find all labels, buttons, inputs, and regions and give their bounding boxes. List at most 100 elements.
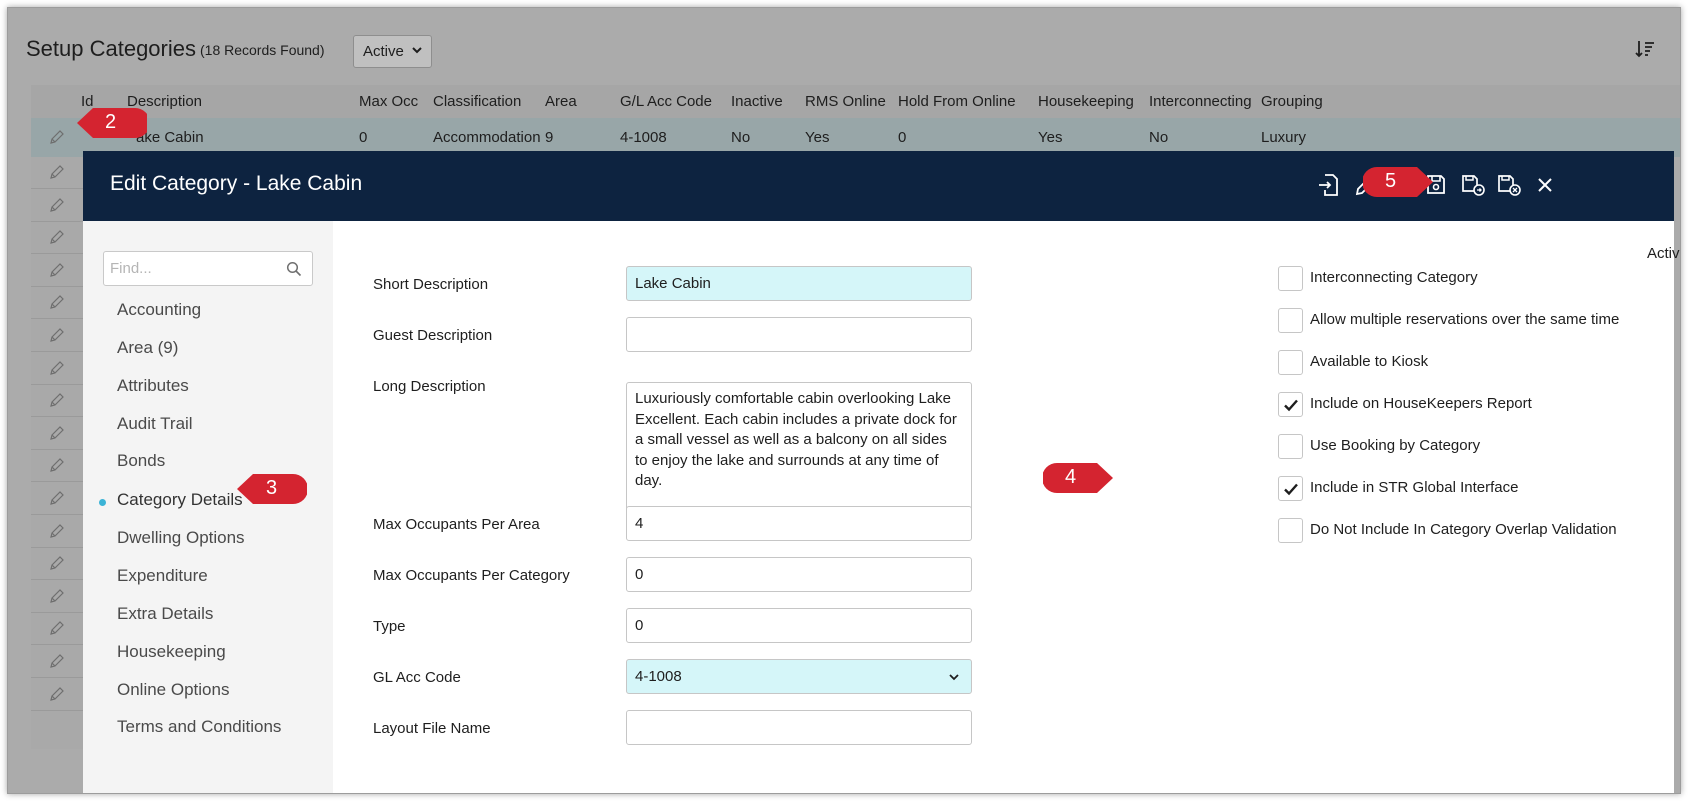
max-occupants-category-label: Max Occupants Per Category <box>373 567 570 584</box>
search-icon[interactable] <box>286 261 302 277</box>
max-occupants-area-input[interactable]: 4 <box>626 506 972 541</box>
callout-number: 3 <box>266 477 278 499</box>
nav-extra-details[interactable]: Extra Details <box>117 604 213 624</box>
checkbox-use-booking-by-category[interactable] <box>1278 434 1303 459</box>
chevron-down-icon <box>411 44 423 59</box>
checkbox-label: Available to Kiosk <box>1310 353 1429 370</box>
column-header[interactable]: Inactive <box>731 93 783 110</box>
status-filter-select[interactable]: Active <box>353 35 432 68</box>
cell-classification: Accommodation <box>433 129 541 146</box>
row-divider <box>31 546 83 548</box>
row-divider <box>31 709 83 711</box>
row-divider <box>31 318 83 320</box>
pencil-icon[interactable] <box>49 294 65 310</box>
callout-badge-2: 2 <box>75 102 147 144</box>
row-divider <box>31 611 83 613</box>
max-occupants-category-input[interactable]: 0 <box>626 557 972 592</box>
row-divider <box>31 416 83 418</box>
find-field[interactable] <box>103 251 313 286</box>
layout-file-name-input[interactable] <box>626 710 972 745</box>
column-header[interactable]: RMS Online <box>805 93 886 110</box>
pencil-icon[interactable] <box>49 360 65 376</box>
column-header[interactable]: Classification <box>433 93 521 110</box>
sort-icon[interactable] <box>1634 38 1656 60</box>
row-divider <box>31 188 83 189</box>
nav-category-details[interactable]: Category Details <box>117 490 243 510</box>
gl-acc-code-select[interactable]: 4-1008 <box>626 659 972 694</box>
nav-expenditure[interactable]: Expenditure <box>117 566 208 586</box>
save-exit-icon[interactable] <box>1496 172 1522 198</box>
pencil-icon[interactable] <box>49 653 65 669</box>
nav-area[interactable]: Area (9) <box>117 338 178 358</box>
nav-housekeeping[interactable]: Housekeeping <box>117 642 226 662</box>
callout-badge-3: 3 <box>235 468 307 510</box>
checkbox-do-not-include-overlap-validation[interactable] <box>1278 518 1303 543</box>
checkbox-include-on-housekeepers-report[interactable] <box>1278 392 1303 417</box>
column-header[interactable]: Hold From Online <box>898 93 1016 110</box>
gl-acc-code-value: 4-1008 <box>635 668 682 685</box>
pencil-icon[interactable] <box>49 262 65 278</box>
column-header[interactable]: Grouping <box>1261 93 1323 110</box>
edit-column <box>31 157 83 749</box>
short-description-input[interactable]: Lake Cabin <box>626 266 972 301</box>
cell-housekeeping: Yes <box>1038 129 1063 146</box>
page-title: Setup Categories <box>26 36 196 61</box>
column-header[interactable]: G/L Acc Code <box>620 93 712 110</box>
row-divider <box>31 383 83 385</box>
checkbox-label: Allow multiple reservations over the sam… <box>1310 311 1620 328</box>
chevron-down-icon <box>947 670 961 684</box>
column-header[interactable]: Interconnecting <box>1149 93 1252 110</box>
pencil-icon[interactable] <box>49 197 65 213</box>
long-description-label: Long Description <box>373 378 486 395</box>
pencil-icon[interactable] <box>49 620 65 636</box>
type-input[interactable]: 0 <box>626 608 972 643</box>
save-close-icon[interactable] <box>1460 172 1486 198</box>
pencil-icon[interactable] <box>49 164 65 180</box>
app-window: Setup Categories (18 Records Found) Acti… <box>7 7 1681 794</box>
cell-hold-from-online: 0 <box>898 129 907 146</box>
callout-number: 5 <box>1385 170 1397 192</box>
checkbox-interconnecting-category[interactable] <box>1278 266 1303 291</box>
column-header[interactable]: Housekeeping <box>1038 93 1134 110</box>
modal-title: Edit Category - Lake Cabin <box>110 172 363 195</box>
checkbox-allow-multiple-reservations[interactable] <box>1278 308 1303 333</box>
records-count: (18 Records Found) <box>200 42 325 58</box>
pencil-icon[interactable] <box>49 555 65 571</box>
guest-description-input[interactable] <box>626 317 972 352</box>
long-description-textarea[interactable]: Luxuriously comfortable cabin overlookin… <box>626 382 972 515</box>
pencil-icon[interactable] <box>49 457 65 473</box>
row-divider <box>31 579 83 581</box>
pencil-icon[interactable] <box>49 523 65 539</box>
column-header[interactable]: Max Occ <box>359 93 418 110</box>
pencil-icon[interactable] <box>49 686 65 702</box>
nav-attributes[interactable]: Attributes <box>117 376 189 396</box>
nav-bonds[interactable]: Bonds <box>117 451 165 471</box>
callout-number: 2 <box>105 111 117 133</box>
import-icon[interactable] <box>1316 172 1342 198</box>
layout-file-name-label: Layout File Name <box>373 720 491 737</box>
pencil-icon[interactable] <box>49 129 65 145</box>
nav-audit-trail[interactable]: Audit Trail <box>117 414 193 434</box>
row-divider <box>31 514 83 515</box>
checkbox-label: Include in STR Global Interface <box>1310 479 1519 496</box>
checkbox-include-in-str-global-interface[interactable] <box>1278 476 1303 501</box>
find-input[interactable] <box>104 252 274 285</box>
column-header[interactable]: Area <box>545 93 577 110</box>
cell-gl-acc-code: 4-1008 <box>620 129 667 146</box>
cell-grouping: Luxury <box>1261 129 1307 146</box>
pencil-icon[interactable] <box>49 490 65 506</box>
nav-online-options[interactable]: Online Options <box>117 680 229 700</box>
checkbox-label: Include on HouseKeepers Report <box>1310 395 1532 412</box>
row-divider <box>31 285 83 287</box>
gl-acc-code-label: GL Acc Code <box>373 669 461 686</box>
close-icon[interactable] <box>1532 172 1558 198</box>
nav-dwelling-options[interactable]: Dwelling Options <box>117 528 245 548</box>
nav-terms-and-conditions[interactable]: Terms and Conditions <box>117 717 281 737</box>
pencil-icon[interactable] <box>49 425 65 441</box>
pencil-icon[interactable] <box>49 229 65 245</box>
pencil-icon[interactable] <box>49 392 65 408</box>
pencil-icon[interactable] <box>49 588 65 604</box>
nav-accounting[interactable]: Accounting <box>117 300 201 320</box>
checkbox-available-to-kiosk[interactable] <box>1278 350 1303 375</box>
pencil-icon[interactable] <box>49 327 65 343</box>
